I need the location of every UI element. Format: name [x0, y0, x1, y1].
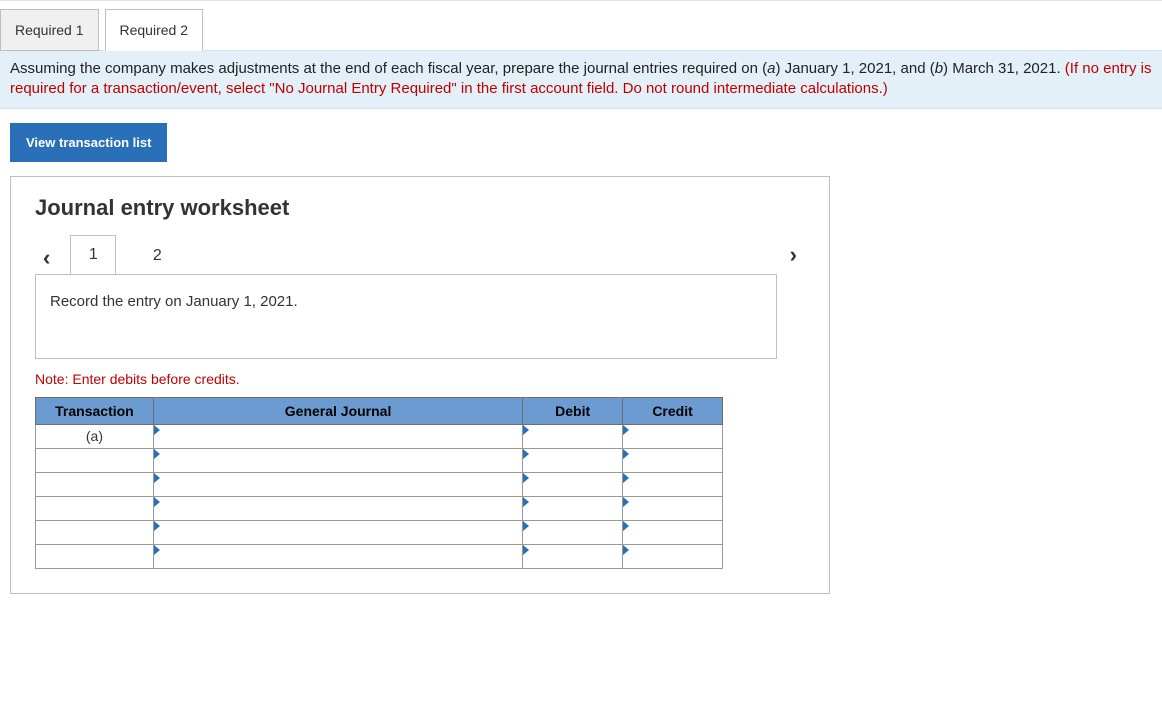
credit-input[interactable] — [623, 545, 722, 568]
cell-general-journal — [153, 448, 522, 472]
dropdown-indicator-icon — [154, 449, 160, 459]
table-row — [36, 472, 723, 496]
debit-input[interactable] — [523, 545, 622, 568]
dropdown-indicator-icon — [523, 497, 529, 507]
dropdown-indicator-icon — [523, 425, 529, 435]
col-header-transaction: Transaction — [36, 397, 154, 424]
view-transaction-list-button[interactable]: View transaction list — [10, 123, 167, 162]
debit-input[interactable] — [523, 473, 622, 496]
journal-entry-table: Transaction General Journal Debit Credit… — [35, 397, 723, 569]
requirement-tabs: Required 1 Required 2 — [0, 9, 1162, 51]
cell-credit — [623, 424, 723, 448]
table-row — [36, 544, 723, 568]
chevron-right-icon[interactable]: › — [782, 238, 805, 272]
general-journal-input[interactable] — [154, 521, 522, 544]
cell-transaction[interactable] — [36, 472, 154, 496]
cell-transaction[interactable]: (a) — [36, 424, 154, 448]
instruction-italic-b: b — [935, 60, 943, 77]
dropdown-indicator-icon — [154, 473, 160, 483]
dropdown-indicator-icon — [154, 521, 160, 531]
dropdown-indicator-icon — [623, 497, 629, 507]
cell-transaction[interactable] — [36, 544, 154, 568]
worksheet-page-2[interactable]: 2 — [134, 237, 180, 275]
general-journal-input[interactable] — [154, 473, 522, 496]
dropdown-indicator-icon — [623, 521, 629, 531]
cell-debit — [523, 544, 623, 568]
dropdown-indicator-icon — [523, 521, 529, 531]
cell-credit — [623, 520, 723, 544]
col-header-debit: Debit — [523, 397, 623, 424]
cell-general-journal — [153, 520, 522, 544]
general-journal-input[interactable] — [154, 497, 522, 520]
cell-debit — [523, 448, 623, 472]
instruction-text-2: ) January 1, 2021, and ( — [775, 60, 934, 77]
dropdown-indicator-icon — [523, 449, 529, 459]
tab-required-1[interactable]: Required 1 — [0, 9, 99, 51]
cell-general-journal — [153, 424, 522, 448]
credit-input[interactable] — [623, 473, 722, 496]
dropdown-indicator-icon — [623, 449, 629, 459]
debit-input[interactable] — [523, 425, 622, 448]
cell-credit — [623, 448, 723, 472]
cell-general-journal — [153, 496, 522, 520]
journal-entry-worksheet: Journal entry worksheet ‹ 1 2 › Record t… — [10, 176, 830, 594]
credit-input[interactable] — [623, 497, 722, 520]
debit-input[interactable] — [523, 521, 622, 544]
col-header-general-journal: General Journal — [153, 397, 522, 424]
debit-input[interactable] — [523, 497, 622, 520]
credit-input[interactable] — [623, 425, 722, 448]
dropdown-indicator-icon — [523, 545, 529, 555]
general-journal-input[interactable] — [154, 449, 522, 472]
cell-general-journal — [153, 472, 522, 496]
cell-debit — [523, 472, 623, 496]
cell-credit — [623, 496, 723, 520]
general-journal-input[interactable] — [154, 425, 522, 448]
dropdown-indicator-icon — [154, 497, 160, 507]
debit-input[interactable] — [523, 449, 622, 472]
cell-debit — [523, 496, 623, 520]
tab-required-2[interactable]: Required 2 — [105, 9, 204, 51]
table-row: (a) — [36, 424, 723, 448]
cell-transaction[interactable] — [36, 448, 154, 472]
cell-general-journal — [153, 544, 522, 568]
instruction-text-1: Assuming the company makes adjustments a… — [10, 60, 767, 77]
instruction-panel: Assuming the company makes adjustments a… — [0, 50, 1162, 109]
cell-transaction[interactable] — [36, 496, 154, 520]
cell-debit — [523, 520, 623, 544]
cell-credit — [623, 472, 723, 496]
credit-input[interactable] — [623, 449, 722, 472]
dropdown-indicator-icon — [523, 473, 529, 483]
instruction-text-3: ) March 31, 2021. — [943, 60, 1065, 77]
credit-input[interactable] — [623, 521, 722, 544]
table-row — [36, 520, 723, 544]
cell-credit — [623, 544, 723, 568]
note-text: Note: Enter debits before credits. — [35, 371, 805, 387]
dropdown-indicator-icon — [623, 425, 629, 435]
col-header-credit: Credit — [623, 397, 723, 424]
cell-debit — [523, 424, 623, 448]
dropdown-indicator-icon — [154, 425, 160, 435]
worksheet-page-1[interactable]: 1 — [70, 235, 116, 275]
dropdown-indicator-icon — [623, 473, 629, 483]
table-row — [36, 496, 723, 520]
dropdown-indicator-icon — [154, 545, 160, 555]
dropdown-indicator-icon — [623, 545, 629, 555]
cell-transaction[interactable] — [36, 520, 154, 544]
table-row — [36, 448, 723, 472]
general-journal-input[interactable] — [154, 545, 522, 568]
chevron-left-icon[interactable]: ‹ — [35, 241, 58, 275]
entry-prompt: Record the entry on January 1, 2021. — [35, 274, 777, 359]
worksheet-title: Journal entry worksheet — [35, 195, 805, 221]
